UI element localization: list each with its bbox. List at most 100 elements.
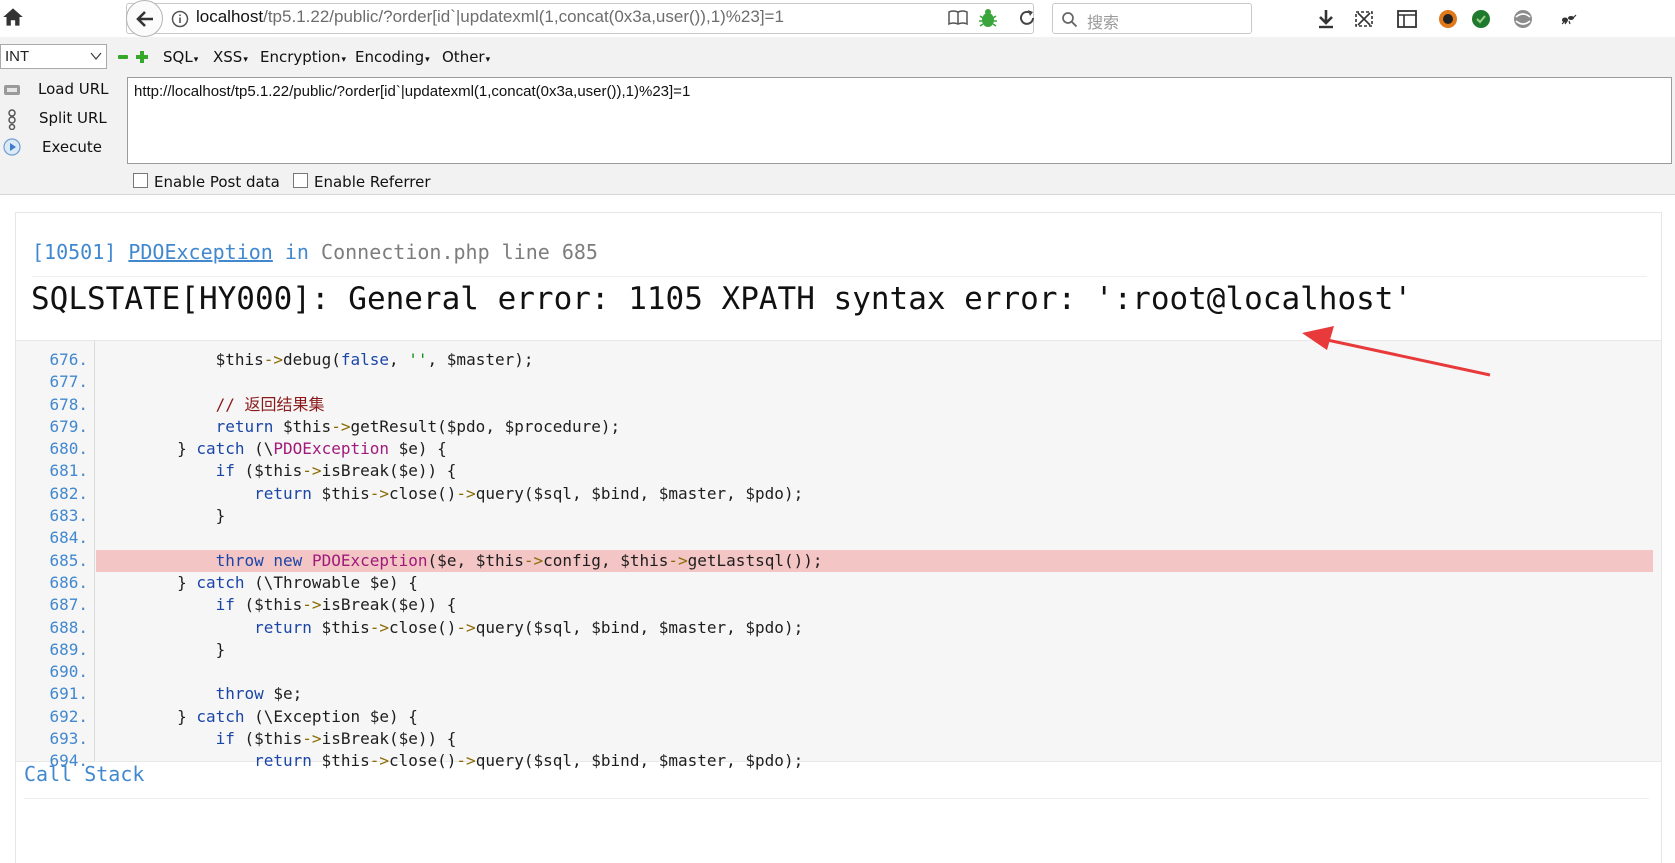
url-text[interactable]: localhost/tp5.1.22/public/?order[id`|upd… [196, 7, 784, 27]
code-text: } catch (\Throwable $e) { [100, 572, 418, 592]
url-path: /tp5.1.22/public/?order[id`|updatexml(1,… [263, 7, 784, 26]
extension-ant-icon[interactable] [1556, 7, 1580, 31]
code-line-highlighted: 685. throw new PDOException($e, $this->c… [16, 549, 1661, 572]
code-line: 681. if ($this->isBreak($e)) { [16, 460, 1661, 482]
back-button[interactable] [126, 0, 163, 37]
bug-icon[interactable] [977, 7, 999, 29]
line-number: 683. [49, 506, 88, 526]
exception-class-link[interactable]: PDOException [128, 240, 273, 264]
type-select[interactable]: INT [0, 44, 107, 69]
extension-orange-icon[interactable] [1436, 7, 1460, 31]
execute-button[interactable]: Execute [0, 134, 120, 160]
line-number: 682. [49, 483, 88, 503]
code-line: 679. return $this->getResult($pdo, $proc… [16, 416, 1661, 438]
increase-icon-bar [136, 55, 148, 59]
reader-view-icon[interactable] [947, 9, 969, 27]
home-icon[interactable] [0, 4, 26, 30]
call-stack-divider [24, 798, 1649, 799]
enable-referrer-checkbox[interactable]: Enable Referrer [293, 173, 430, 191]
line-number: 677. [49, 372, 88, 392]
exception-title: [10501] PDOException in Connection.php l… [32, 240, 598, 264]
enable-post-data-checkbox[interactable]: Enable Post data [133, 173, 280, 191]
code-line: 688. return $this->close()->query($sql, … [16, 617, 1661, 639]
source-code-block: 676. $this->debug(false, '', $master); 67… [16, 340, 1661, 770]
code-text: throw new PDOException($e, $this->config… [96, 549, 1653, 572]
caret-icon: ▾ [193, 55, 199, 65]
menu-encoding-label: Encoding [355, 48, 425, 66]
code-line: 694. return $this->close()->query($sql, … [16, 750, 1661, 772]
enable-referrer-label: Enable Referrer [314, 173, 431, 191]
extension-grey-icon[interactable] [1511, 7, 1535, 31]
line-number: 681. [49, 461, 88, 481]
code-line: 693. if ($this->isBreak($e)) { [16, 728, 1661, 750]
line-number: 686. [49, 572, 88, 592]
split-url-icon [8, 109, 16, 130]
caret-icon: ▾ [243, 55, 248, 65]
code-line: 689. } [16, 639, 1661, 661]
menu-xss[interactable]: XSS▾ [213, 48, 248, 66]
menu-encryption[interactable]: Encryption▾ [260, 48, 346, 66]
reload-icon[interactable] [1017, 8, 1037, 28]
code-text: if ($this->isBreak($e)) { [215, 595, 457, 615]
download-icon[interactable] [1314, 7, 1338, 31]
code-line: 690. [16, 661, 1661, 683]
decrease-icon[interactable] [118, 55, 128, 59]
line-number: 691. [49, 684, 88, 704]
title-divider [32, 276, 1647, 277]
checkbox-box [293, 173, 308, 188]
code-line: 682. return $this->close()->query($sql, … [16, 483, 1661, 505]
checkbox-box [133, 173, 148, 188]
annotation-arrow [1302, 326, 1491, 377]
line-number: 687. [49, 595, 88, 615]
code-text: return $this->close()->query($sql, $bind… [254, 617, 804, 637]
exception-file: Connection.php line 685 [321, 240, 598, 264]
sidebar-icon[interactable] [1395, 7, 1419, 31]
code-text: if ($this->isBreak($e)) { [215, 729, 457, 749]
menu-sql[interactable]: SQL▾ [163, 48, 198, 66]
caret-icon: ▾ [341, 55, 347, 65]
menu-encoding[interactable]: Encoding▾ [355, 48, 430, 66]
info-icon[interactable] [171, 10, 189, 28]
search-icon [1062, 12, 1078, 28]
search-bar[interactable]: 搜索 [1052, 3, 1252, 34]
source-code-lines: 676. $this->debug(false, '', $master); 67… [16, 349, 1661, 773]
code-text: } [100, 639, 226, 659]
browser-toolbar: localhost/tp5.1.22/public/?order[id`|upd… [0, 0, 1675, 37]
search-placeholder: 搜索 [1087, 13, 1120, 32]
line-number: 679. [49, 416, 88, 436]
line-number: 693. [49, 729, 88, 749]
line-number: 678. [49, 394, 88, 414]
code-text: return $this->close()->query($sql, $bind… [254, 751, 804, 771]
line-number: 684. [49, 528, 88, 548]
load-url-button[interactable]: Load URL [0, 76, 120, 102]
code-text: } catch (\Exception $e) { [100, 706, 418, 726]
url-host: localhost [196, 7, 264, 26]
exception-panel: [10501] PDOException in Connection.php l… [15, 212, 1662, 863]
menu-other[interactable]: Other▾ [442, 48, 490, 66]
menu-other-label: Other [442, 48, 485, 66]
code-text: } [100, 506, 226, 526]
caret-icon: ▾ [425, 55, 430, 65]
split-url-button[interactable]: Split URL [0, 105, 120, 131]
hackbar-url-input[interactable]: http://localhost/tp5.1.22/public/?order[… [127, 77, 1672, 164]
line-number: 685. [49, 550, 88, 570]
code-line: 687. if ($this->isBreak($e)) { [16, 594, 1661, 616]
line-number: 688. [49, 617, 88, 637]
code-line: 692. } catch (\Exception $e) { [16, 706, 1661, 728]
load-url-label: Load URL [38, 80, 109, 98]
code-line: 680. } catch (\PDOException $e) { [16, 438, 1661, 460]
extension-green-icon[interactable] [1469, 7, 1493, 31]
chevron-down-icon [90, 52, 102, 61]
code-line: 686. } catch (\Throwable $e) { [16, 572, 1661, 594]
caret-icon: ▾ [485, 55, 491, 65]
line-number: 692. [49, 706, 88, 726]
type-select-value: INT [5, 48, 30, 65]
screenshot-icon[interactable] [1352, 7, 1376, 31]
line-number: 689. [49, 639, 88, 659]
execute-label: Execute [42, 138, 102, 156]
code-text: return $this->close()->query($sql, $bind… [254, 483, 804, 503]
enable-post-data-label: Enable Post data [154, 173, 280, 191]
code-text: // 返回结果集 [215, 394, 325, 414]
play-icon [3, 138, 21, 156]
